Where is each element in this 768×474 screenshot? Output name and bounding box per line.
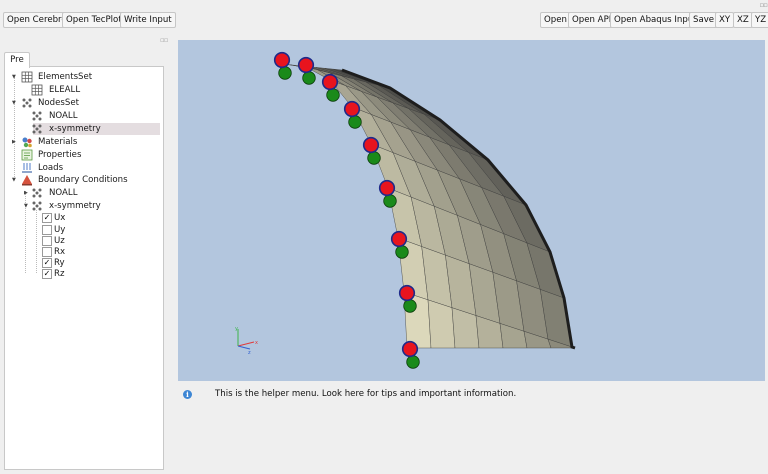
node-marker-red	[362, 136, 380, 154]
expand-arrow-icon[interactable]: ▼	[12, 71, 16, 83]
materials-icon	[22, 137, 32, 148]
collapse-arrow-icon[interactable]: ▶	[12, 136, 16, 148]
tree-item-label: x-symmetry	[49, 201, 101, 211]
node-marker-green	[367, 151, 381, 165]
tree-item-loads[interactable]: Loads	[5, 162, 163, 174]
tree-item-noall[interactable]: NOALL	[5, 110, 163, 122]
write-input-button[interactable]: Write Input	[120, 12, 176, 28]
tree-item-label: NOALL	[49, 188, 78, 198]
dof-checkbox[interactable]: ✓	[42, 258, 52, 268]
dof-row-rz[interactable]: ✓ Rz	[5, 268, 163, 280]
node-marker-red	[390, 230, 408, 248]
svg-text:x: x	[255, 340, 258, 346]
expand-arrow-icon[interactable]: ▼	[24, 200, 28, 212]
tree-item-nodesset[interactable]: ▼ NodesSet	[5, 97, 163, 109]
axis-triad-icon: y x z	[235, 326, 258, 356]
tree-item-label: ElementsSet	[38, 72, 93, 82]
info-icon: i	[183, 390, 192, 399]
tree-item-eleall[interactable]: ELEALL	[5, 84, 163, 96]
open-cerebro-button[interactable]: Open Cerebro	[3, 12, 71, 28]
node-marker-red	[321, 73, 339, 91]
tree-item-label: Materials	[38, 137, 78, 147]
tree-item-boundary-conditions[interactable]: ▼ Boundary Conditions	[5, 174, 163, 186]
tree-item-properties[interactable]: Properties	[5, 149, 163, 161]
node-marker-green	[403, 299, 417, 313]
panel-splitter-handle[interactable]: ▫▫	[160, 36, 168, 44]
dof-checkbox[interactable]	[42, 225, 52, 235]
helper-message: This is the helper menu. Look here for t…	[215, 389, 517, 399]
element-grid-icon	[31, 84, 43, 96]
node-marker-green	[395, 245, 409, 259]
node-cluster-icon	[22, 98, 32, 108]
open-button[interactable]: Open	[540, 12, 571, 28]
node-cluster-icon	[32, 111, 42, 121]
expand-arrow-icon[interactable]: ▼	[12, 97, 16, 109]
tree-item-label: Loads	[38, 163, 64, 173]
tree-item-materials[interactable]: ▶ Materials	[5, 136, 163, 148]
window-grip-icon[interactable]: ▫▫	[760, 1, 768, 9]
node-marker-green	[383, 194, 397, 208]
boundary-condition-icon	[22, 175, 32, 186]
tree-item-bc-x-symmetry[interactable]: ▼ x-symmetry	[5, 200, 163, 212]
view-xz-button[interactable]: XZ	[733, 12, 753, 28]
loads-icon	[22, 163, 32, 173]
expand-arrow-icon[interactable]: ▼	[12, 174, 16, 186]
mesh-render[interactable]: y x z	[178, 40, 765, 381]
svg-text:z: z	[248, 350, 251, 356]
dof-row-ux[interactable]: ✓ Ux	[5, 212, 163, 224]
dof-checkbox[interactable]: ✓	[42, 213, 52, 223]
tab-pre[interactable]: Pre	[4, 52, 30, 68]
open-api-button[interactable]: Open API	[568, 12, 616, 28]
node-marker-green	[278, 66, 292, 80]
node-marker-green	[348, 115, 362, 129]
dof-label: Ux	[54, 213, 66, 223]
tree-item-label: Boundary Conditions	[38, 175, 128, 185]
open-abaqus-input-button[interactable]: Open Abaqus Input	[610, 12, 701, 28]
node-marker-green	[326, 88, 340, 102]
tree-item-label: ELEALL	[49, 85, 81, 95]
properties-icon	[21, 149, 33, 161]
tree-item-bc-noall[interactable]: ▶ NOALL	[5, 187, 163, 199]
node-marker-green	[302, 71, 316, 85]
node-marker-red	[401, 340, 419, 358]
view-yz-button[interactable]: YZ	[751, 12, 768, 28]
collapse-arrow-icon[interactable]: ▶	[24, 187, 28, 199]
tree-item-elementsset[interactable]: ▼ ElementsSet	[5, 71, 163, 83]
save-button[interactable]: Save	[689, 12, 719, 28]
open-tecplot-button[interactable]: Open TecPlot	[62, 12, 126, 28]
element-grid-icon	[21, 71, 33, 83]
tree-item-label: NodesSet	[38, 98, 80, 108]
dof-checkbox[interactable]	[42, 247, 52, 257]
tree-item-label: x-symmetry	[49, 124, 101, 134]
node-cluster-icon	[32, 188, 42, 198]
node-marker-red	[378, 179, 396, 197]
dof-label: Rz	[54, 269, 65, 279]
node-marker-green	[406, 355, 420, 369]
svg-text:y: y	[235, 326, 238, 332]
dof-checkbox[interactable]: ✓	[42, 269, 52, 279]
node-marker-red	[398, 284, 416, 302]
node-marker-red	[273, 51, 291, 69]
view-xy-button[interactable]: XY	[715, 12, 735, 28]
node-cluster-icon	[32, 124, 42, 134]
model-tree-panel: ▼ ElementsSet ELEALL ▼ NodesSet NOALL x-…	[4, 66, 164, 470]
tree-item-x-symmetry[interactable]: x-symmetry	[32, 123, 160, 135]
tree-item-label: NOALL	[49, 111, 78, 121]
3d-viewport[interactable]: y x z	[178, 40, 765, 381]
node-marker-red	[297, 56, 315, 74]
shell-mesh	[281, 63, 576, 350]
node-marker-red	[343, 100, 361, 118]
node-cluster-icon	[32, 201, 42, 211]
dof-checkbox[interactable]	[42, 236, 52, 246]
tree-item-label: Properties	[38, 150, 82, 160]
